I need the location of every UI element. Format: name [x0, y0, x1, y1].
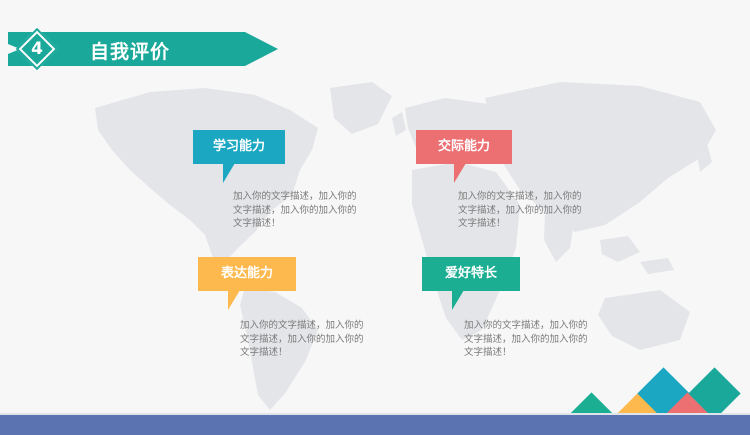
section-number-badge: 4 — [15, 27, 59, 71]
callout-description: 加入你的文字描述，加入你的文字描述，加入你的加入你的文字描述！ — [233, 191, 357, 229]
callout-expression-ability: 表达能力 加入你的文字描述，加入你的文字描述，加入你的加入你的文字描述！ — [198, 257, 368, 358]
callout-description: 加入你的文字描述，加入你的文字描述，加入你的加入你的文字描述！ — [458, 191, 582, 229]
callout-tail — [454, 163, 466, 183]
section-number: 4 — [31, 39, 43, 59]
callout-tail — [228, 290, 240, 310]
callout-label: 学习能力 — [193, 130, 285, 164]
callout-description: 加入你的文字描述，加入你的文字描述，加入你的加入你的文字描述！ — [464, 320, 588, 358]
section-header: 4 自我评价 — [0, 24, 280, 74]
callout-label: 交际能力 — [416, 130, 512, 164]
callout-tail — [223, 163, 235, 183]
callout-study-ability: 学习能力 加入你的文字描述，加入你的文字描述，加入你的加入你的文字描述！ — [193, 130, 357, 230]
callout-description: 加入你的文字描述，加入你的文字描述，加入你的加入你的文字描述！ — [240, 320, 364, 358]
section-title: 自我评价 — [90, 41, 171, 63]
callout-tail — [452, 290, 464, 310]
callout-hobbies-skills: 爱好特长 加入你的文字描述，加入你的文字描述，加入你的加入你的文字描述！ — [422, 257, 592, 358]
callout-label: 爱好特长 — [422, 257, 520, 291]
callout-social-ability: 交际能力 加入你的文字描述，加入你的文字描述，加入你的加入你的文字描述！ — [416, 130, 586, 230]
slide: 4 自我评价 学习能力 加入你的文字描述，加入你的文字描述，加入你的加入你的文字… — [0, 0, 750, 415]
callout-label: 表达能力 — [198, 257, 296, 291]
